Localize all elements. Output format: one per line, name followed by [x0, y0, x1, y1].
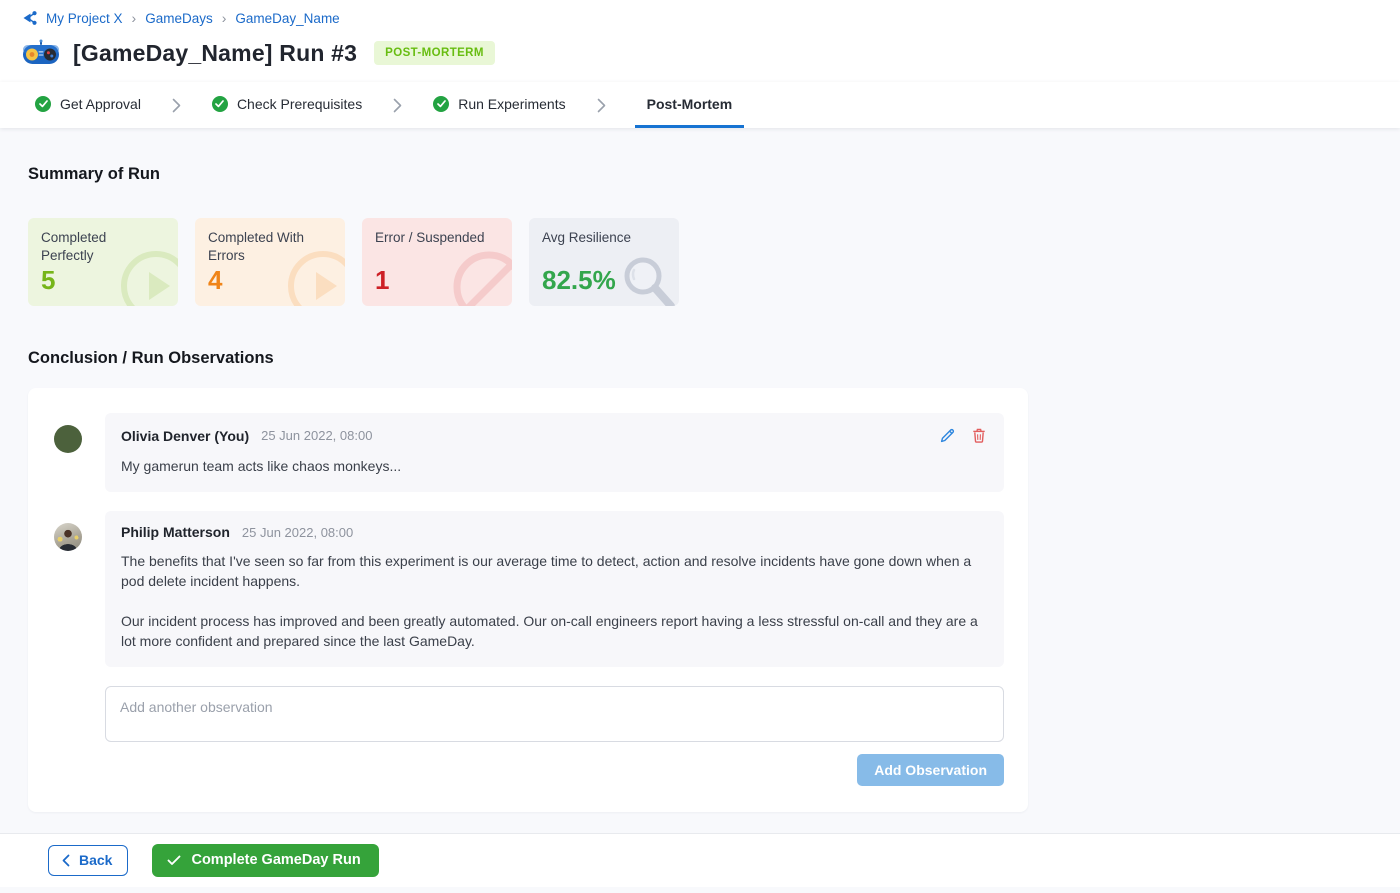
- chevron-right-icon: ›: [132, 10, 137, 26]
- comment-author: Olivia Denver (You): [121, 428, 249, 444]
- observations-card: Olivia Denver (You) 25 Jun 2022, 08:00: [28, 388, 1028, 812]
- step-tabs: Get Approval Check Prerequisites Run Exp…: [0, 82, 1400, 128]
- project-logo-icon: [22, 10, 38, 26]
- card-error-suspended: Error / Suspended 1: [362, 218, 512, 306]
- top-bar: My Project X › GameDays › GameDay_Name […: [0, 0, 1400, 82]
- summary-heading: Summary of Run: [28, 165, 1372, 184]
- tab-label: Check Prerequisites: [237, 96, 362, 112]
- tab-get-approval[interactable]: Get Approval: [33, 82, 143, 128]
- card-avg-resilience: Avg Resilience 82.5%: [529, 218, 679, 306]
- complete-gameday-run-button[interactable]: Complete GameDay Run: [152, 844, 378, 877]
- breadcrumb-project[interactable]: My Project X: [46, 11, 123, 26]
- comment-row: Philip Matterson 25 Jun 2022, 08:00 The …: [54, 511, 1004, 667]
- title-row: [GameDay_Name] Run #3 POST-MORTERM: [22, 39, 1372, 67]
- chevron-right-icon: [597, 82, 606, 128]
- tab-check-prerequisites[interactable]: Check Prerequisites: [210, 82, 364, 128]
- tab-run-experiments[interactable]: Run Experiments: [431, 82, 567, 128]
- back-button-label: Back: [79, 852, 112, 868]
- card-label: Completed Perfectly: [41, 229, 161, 265]
- gamepad-icon: [22, 39, 60, 67]
- avatar: [54, 523, 82, 551]
- complete-button-label: Complete GameDay Run: [191, 852, 360, 868]
- edit-comment-button[interactable]: [938, 426, 957, 445]
- card-label: Avg Resilience: [542, 229, 662, 247]
- observation-input[interactable]: [105, 686, 1004, 742]
- avatar: [54, 425, 82, 453]
- trash-icon: [972, 428, 986, 443]
- footer-bar: Back Complete GameDay Run: [0, 833, 1400, 887]
- breadcrumb-gameday-name[interactable]: GameDay_Name: [235, 11, 339, 26]
- delete-comment-button[interactable]: [970, 426, 988, 445]
- main-content: Summary of Run Completed Perfectly 5 Com…: [0, 128, 1400, 833]
- card-value: 82.5%: [542, 267, 666, 295]
- summary-cards: Completed Perfectly 5 Completed With Err…: [28, 218, 1372, 306]
- breadcrumb-gamedays[interactable]: GameDays: [145, 11, 213, 26]
- card-label: Error / Suspended: [375, 229, 495, 247]
- chevron-right-icon: [172, 82, 181, 128]
- comment-text: The benefits that I've seen so far from …: [121, 551, 988, 651]
- comment-text: My gamerun team acts like chaos monkeys.…: [121, 456, 988, 476]
- comment-author: Philip Matterson: [121, 524, 230, 540]
- add-observation-section: Add Observation: [105, 686, 1004, 786]
- comment-timestamp: 25 Jun 2022, 08:00: [261, 428, 372, 443]
- comment-bubble: Olivia Denver (You) 25 Jun 2022, 08:00: [105, 413, 1004, 492]
- breadcrumb: My Project X › GameDays › GameDay_Name: [22, 10, 1372, 26]
- tab-label: Post-Mortem: [647, 96, 733, 112]
- check-circle-icon: [433, 96, 449, 112]
- comment-paragraph: The benefits that I've seen so far from …: [121, 551, 988, 591]
- tab-label: Get Approval: [60, 96, 141, 112]
- comment-paragraph: Our incident process has improved and be…: [121, 611, 988, 651]
- comment-bubble: Philip Matterson 25 Jun 2022, 08:00 The …: [105, 511, 1004, 667]
- comment-row: Olivia Denver (You) 25 Jun 2022, 08:00: [54, 413, 1004, 492]
- check-icon: [167, 855, 181, 866]
- page-title: [GameDay_Name] Run #3: [73, 40, 357, 67]
- tab-post-mortem[interactable]: Post-Mortem: [635, 82, 745, 128]
- card-completed-perfectly: Completed Perfectly 5: [28, 218, 178, 306]
- card-value: 1: [375, 267, 499, 295]
- tab-label: Run Experiments: [458, 96, 565, 112]
- back-button[interactable]: Back: [48, 845, 128, 876]
- comment-timestamp: 25 Jun 2022, 08:00: [242, 525, 353, 540]
- card-label: Completed With Errors: [208, 229, 328, 265]
- pencil-icon: [940, 428, 955, 443]
- add-observation-button[interactable]: Add Observation: [857, 754, 1004, 786]
- card-completed-with-errors: Completed With Errors 4: [195, 218, 345, 306]
- check-circle-icon: [212, 96, 228, 112]
- check-circle-icon: [35, 96, 51, 112]
- conclusion-heading: Conclusion / Run Observations: [28, 349, 1372, 368]
- chevron-right-icon: ›: [222, 10, 227, 26]
- chevron-left-icon: [62, 854, 70, 867]
- chevron-right-icon: [393, 82, 402, 128]
- status-badge: POST-MORTERM: [374, 41, 495, 65]
- card-value: 4: [208, 267, 332, 295]
- card-value: 5: [41, 267, 165, 295]
